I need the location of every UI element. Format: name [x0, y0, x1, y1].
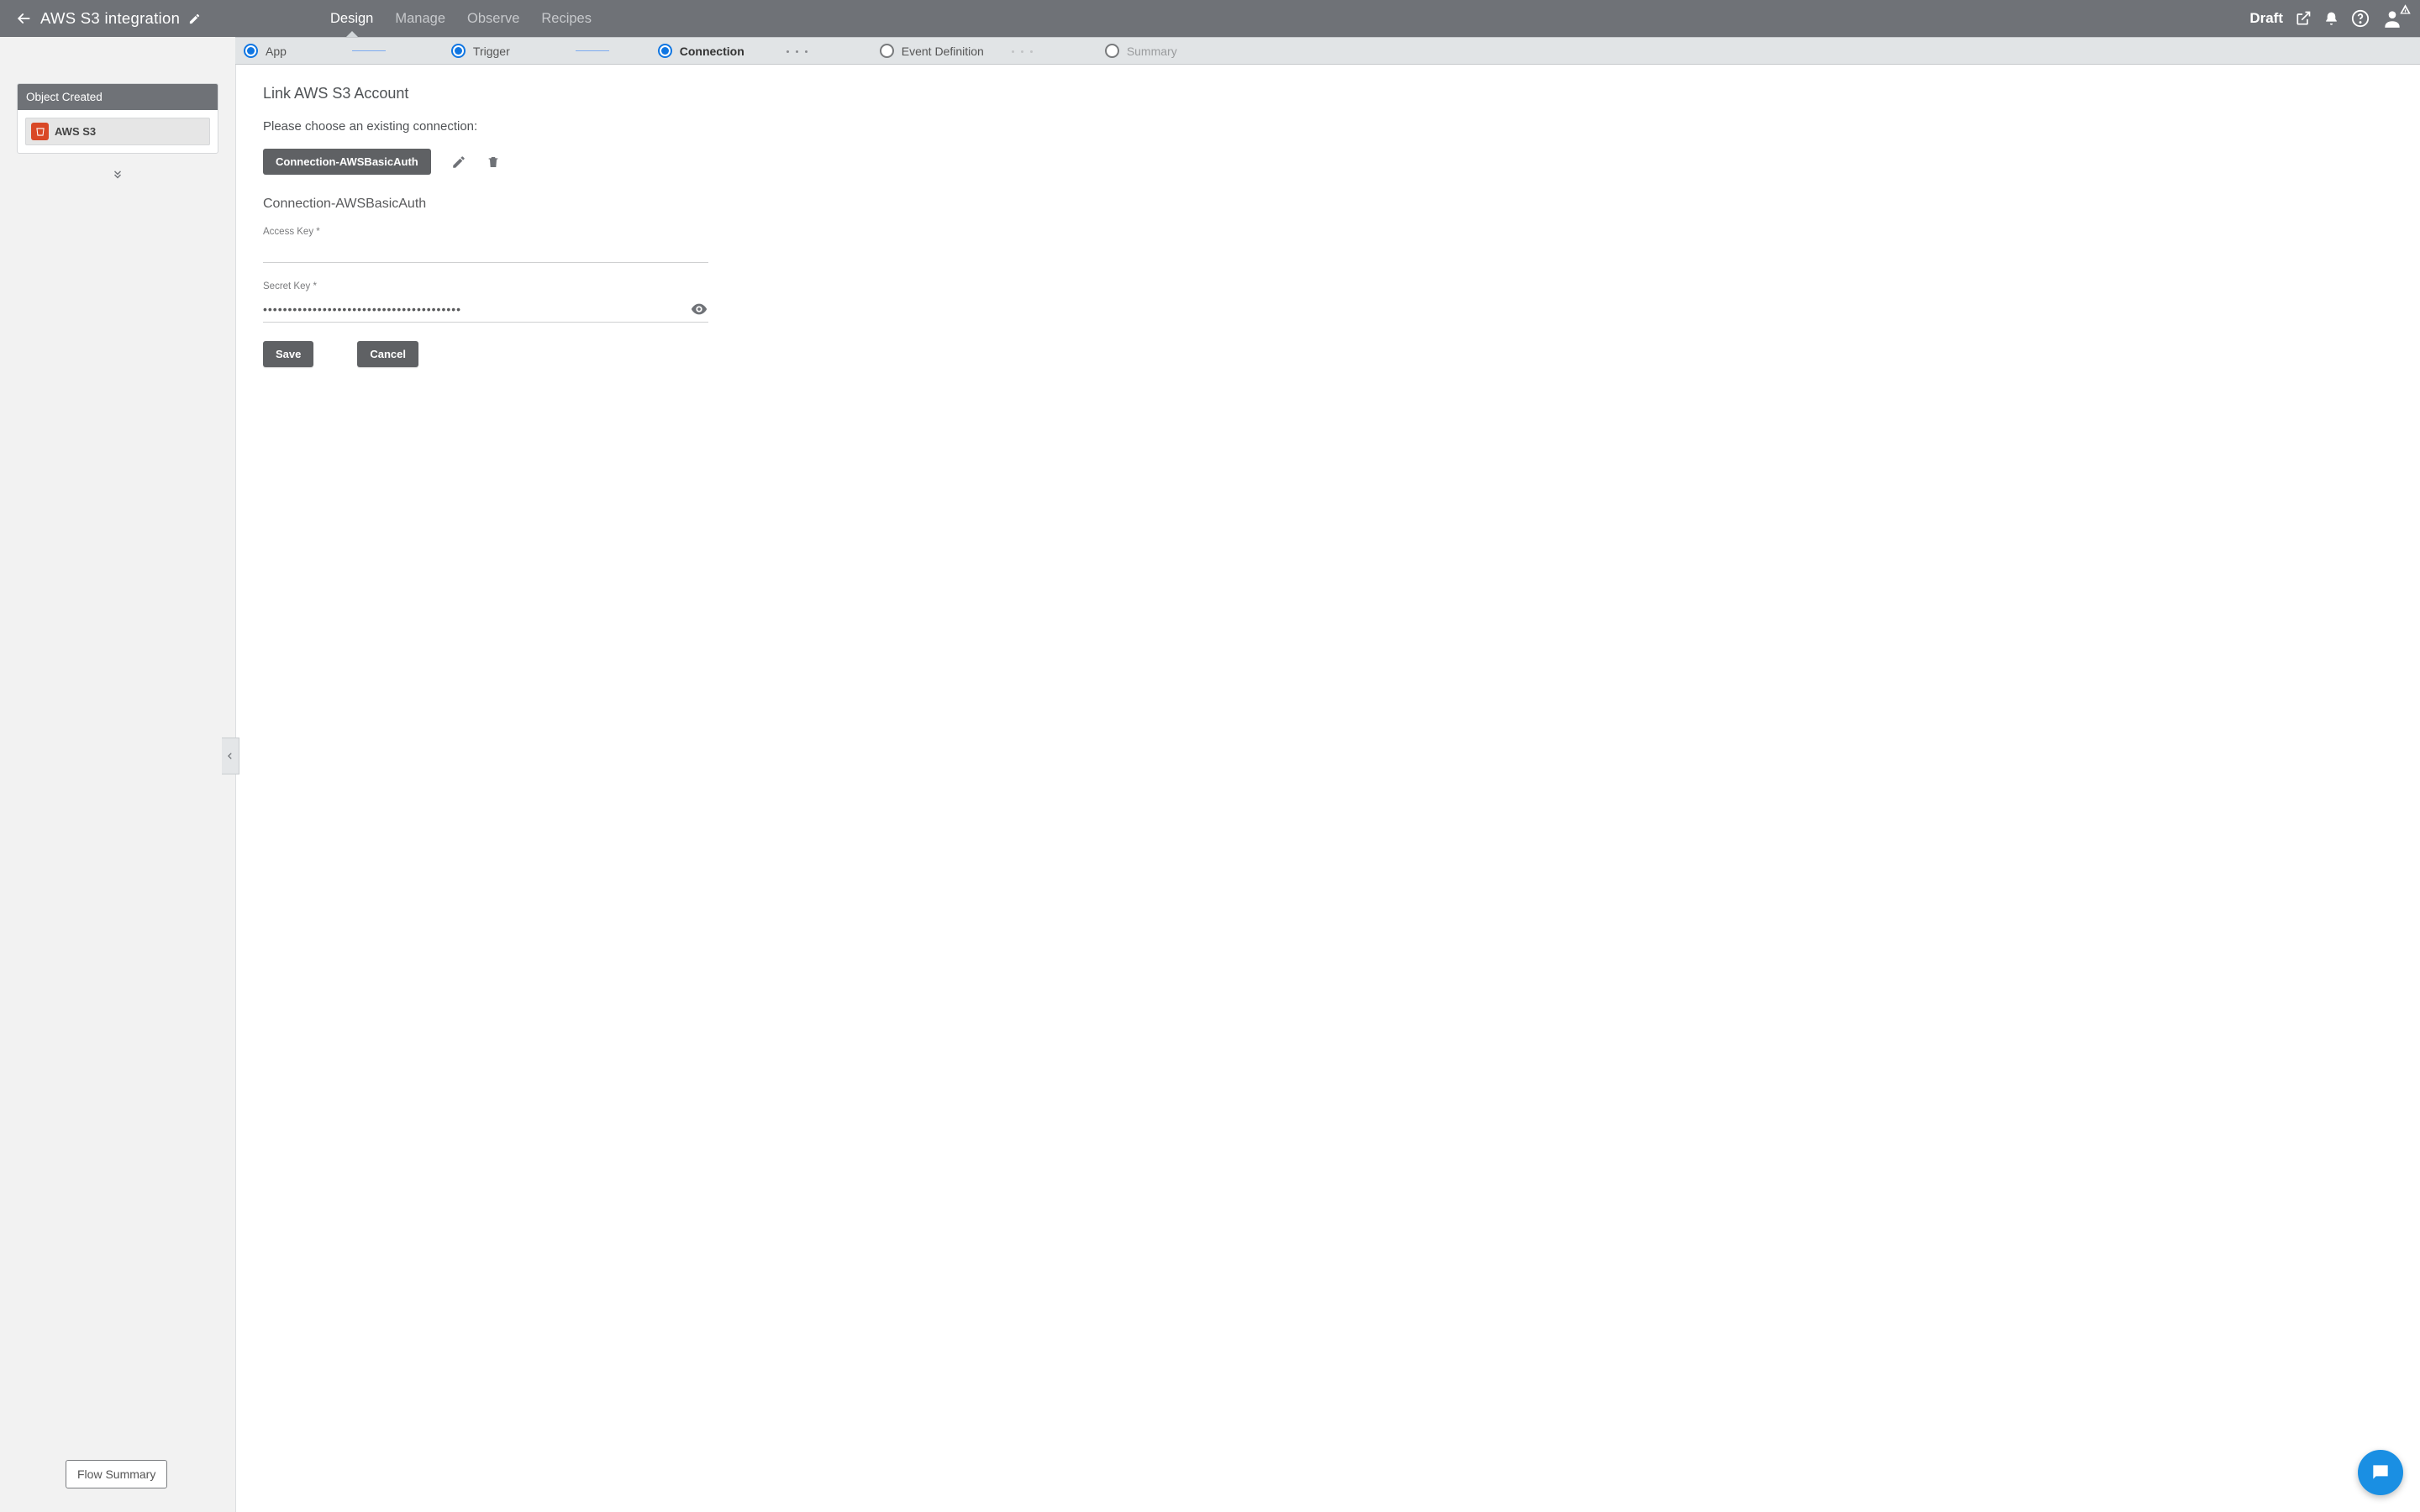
tab-observe[interactable]: Observe	[456, 0, 530, 37]
user-avatar-icon[interactable]	[2381, 8, 2403, 29]
aws-s3-icon	[31, 123, 49, 140]
step-radio-icon	[451, 44, 466, 58]
step-radio-icon	[880, 44, 894, 58]
tab-recipes[interactable]: Recipes	[530, 0, 602, 37]
field-secret-key: Secret Key *	[263, 281, 708, 323]
access-key-input[interactable]	[263, 245, 708, 259]
topbar-tabs: Design Manage Observe Recipes	[319, 0, 602, 37]
toggle-visibility-icon[interactable]	[690, 300, 708, 318]
top-bar: AWS S3 integration Design Manage Observe…	[0, 0, 2420, 37]
step-label: Event Definition	[902, 45, 984, 58]
access-key-label: Access Key *	[263, 227, 708, 237]
edit-title-icon[interactable]	[188, 13, 201, 25]
back-arrow-icon[interactable]	[15, 10, 32, 27]
flow-item-aws-s3[interactable]: AWS S3	[25, 118, 210, 145]
step-label: Summary	[1127, 45, 1177, 58]
step-trigger[interactable]: Trigger	[451, 44, 510, 58]
step-app[interactable]: App	[244, 44, 287, 58]
step-connection[interactable]: Connection	[658, 44, 744, 58]
secret-key-input[interactable]	[263, 302, 690, 316]
step-event-definition[interactable]: Event Definition	[880, 44, 984, 58]
flow-card: Object Created AWS S3	[17, 83, 218, 154]
expand-card-icon[interactable]	[108, 165, 127, 184]
step-summary[interactable]: Summary	[1105, 44, 1177, 58]
save-button[interactable]: Save	[263, 341, 313, 367]
step-radio-icon	[1105, 44, 1119, 58]
connection-name: Connection-AWSBasicAuth	[263, 197, 2393, 212]
status-draft: Draft	[2249, 10, 2283, 27]
form-heading: Link AWS S3 Account	[263, 85, 2393, 102]
flow-summary-button[interactable]: Flow Summary	[66, 1460, 167, 1488]
step-label: Trigger	[473, 45, 510, 58]
form-prompt: Please choose an existing connection:	[263, 119, 2393, 134]
stepper: App Trigger Connection Event Definition …	[235, 37, 2420, 65]
connection-chip[interactable]: Connection-AWSBasicAuth	[263, 149, 431, 175]
tab-design[interactable]: Design	[319, 0, 384, 37]
cancel-button[interactable]: Cancel	[357, 341, 418, 367]
delete-connection-icon[interactable]	[487, 155, 500, 170]
edit-connection-icon[interactable]	[451, 155, 466, 170]
step-radio-icon	[244, 44, 258, 58]
sidebar: Object Created AWS S3 Flow Summary	[0, 65, 235, 1512]
chat-fab-icon[interactable]	[2358, 1450, 2403, 1495]
step-radio-icon	[658, 44, 672, 58]
content-panel: Link AWS S3 Account Please choose an exi…	[235, 65, 2420, 1512]
flow-item-label: AWS S3	[55, 125, 96, 138]
page-title: AWS S3 integration	[40, 9, 180, 28]
tab-manage[interactable]: Manage	[384, 0, 456, 37]
collapse-sidebar-icon[interactable]	[222, 738, 239, 774]
secret-key-label: Secret Key *	[263, 281, 708, 291]
step-label: Connection	[680, 45, 744, 58]
field-access-key: Access Key *	[263, 227, 708, 263]
step-label: App	[266, 45, 287, 58]
help-icon[interactable]	[2351, 9, 2370, 28]
notifications-icon[interactable]	[2323, 11, 2339, 27]
flow-card-header: Object Created	[18, 84, 218, 110]
open-external-icon[interactable]	[2295, 10, 2312, 27]
